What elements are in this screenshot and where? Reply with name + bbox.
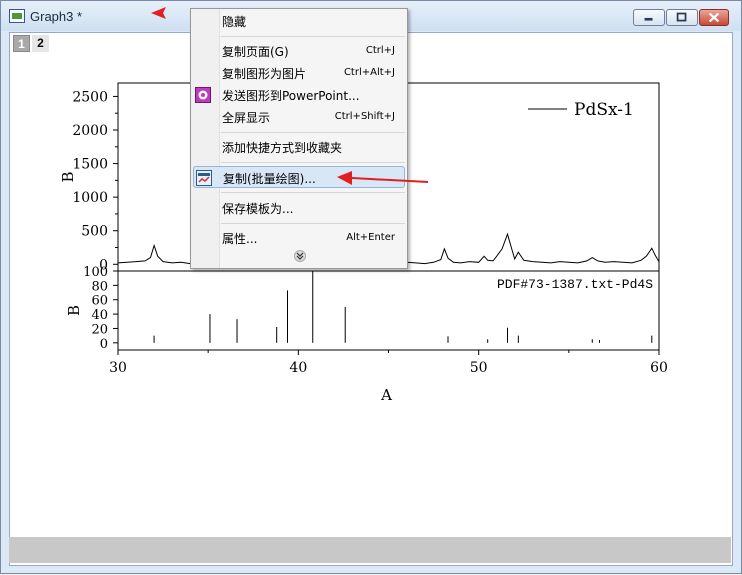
menu-item-copy-graph-as-image[interactable]: 复制图形为图片 Ctrl+Alt+J	[191, 62, 407, 84]
menu-item-label: 复制页面(G)	[222, 45, 289, 59]
menu-item-properties[interactable]: 属性... Alt+Enter	[191, 227, 407, 249]
y-tick-label: 500	[81, 224, 108, 240]
y-tick-label: 2000	[72, 123, 108, 139]
double-chevron-down-icon	[296, 252, 304, 260]
menu-item-full-screen[interactable]: 全屏显示 Ctrl+Shift+J	[191, 106, 407, 128]
powerpoint-icon	[195, 87, 211, 103]
menu-item-add-shortcut-to-favorites[interactable]: 添加快捷方式到收藏夹	[191, 136, 407, 158]
menu-item-shortcut: Ctrl+J	[365, 45, 395, 56]
menu-item-shortcut: Ctrl+Alt+J	[343, 67, 395, 78]
menu-item-label: 保存模板为...	[222, 202, 294, 216]
menu-expand-more-button[interactable]	[294, 250, 306, 262]
context-menu: 隐藏 复制页面(G) Ctrl+J 复制图形为图片 Ctrl+Alt+J 发送图…	[190, 8, 408, 269]
y-tick-label: 80	[91, 279, 108, 294]
x-tick-label: 50	[470, 360, 488, 376]
x-axis-label: A	[380, 386, 392, 404]
menu-separator	[221, 223, 405, 224]
menu-separator	[221, 192, 405, 193]
y-tick-label: 100	[83, 265, 108, 280]
menu-item-send-to-powerpoint[interactable]: 发送图形到PowerPoint...	[191, 84, 407, 106]
menu-item-duplicate-batch-plotting[interactable]: 复制(批量绘图)...	[193, 166, 405, 188]
x-tick-label: 40	[289, 360, 307, 376]
menu-item-label: 复制图形为图片	[222, 67, 307, 81]
x-tick-label: 60	[650, 360, 668, 376]
menu-separator	[221, 162, 405, 163]
status-bar	[9, 537, 731, 563]
menu-item-label: 发送图形到PowerPoint...	[222, 89, 360, 103]
y-tick-label: 2500	[72, 89, 108, 105]
batch-plot-icon	[196, 170, 212, 186]
menu-item-shortcut: Ctrl+Shift+J	[334, 111, 395, 122]
menu-item-save-template-as[interactable]: 保存模板为...	[191, 197, 407, 219]
menu-item-label: 隐藏	[222, 15, 247, 29]
legend-label: PdSx-1	[574, 100, 634, 120]
x-tick-label: 30	[109, 360, 127, 376]
menu-separator	[221, 132, 405, 133]
y-tick-label: 1000	[72, 190, 108, 206]
menu-item-hide[interactable]: 隐藏	[191, 10, 407, 32]
y-tick-label: 20	[91, 322, 108, 337]
y-tick-label: 0	[100, 337, 108, 352]
menu-item-shortcut: Alt+Enter	[346, 232, 395, 243]
y-axis-label: B	[65, 305, 83, 316]
y-tick-label: 40	[91, 308, 108, 323]
menu-item-label: 复制(批量绘图)...	[223, 172, 316, 186]
menu-separator	[221, 36, 405, 37]
y-axis-label: B	[59, 171, 77, 182]
y-tick-label: 60	[91, 294, 108, 309]
menu-item-label: 添加快捷方式到收藏夹	[222, 141, 343, 155]
menu-item-label: 全屏显示	[222, 111, 271, 125]
menu-item-copy-page[interactable]: 复制页面(G) Ctrl+J	[191, 40, 407, 62]
y-tick-label: 1500	[72, 157, 108, 173]
legend-label: PDF#73-1387.txt-Pd4S	[497, 277, 653, 292]
menu-item-label: 属性...	[222, 232, 258, 246]
